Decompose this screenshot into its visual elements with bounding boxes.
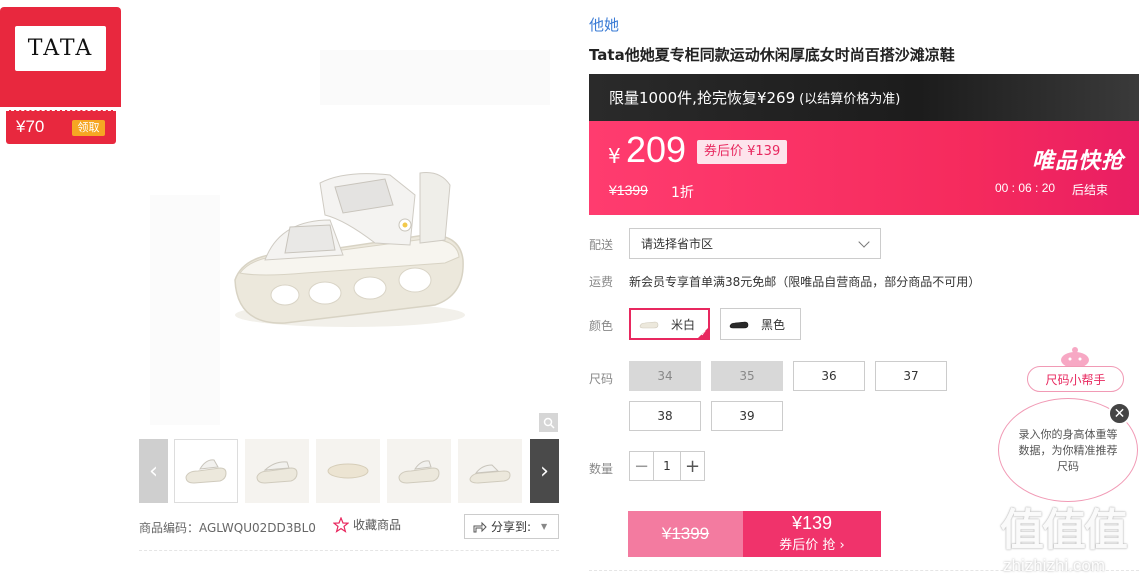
brand-logo: TATA <box>15 26 106 71</box>
share-button[interactable]: 分享到: ▼ <box>464 514 559 539</box>
image-watermark-area <box>320 50 550 105</box>
size-option-38[interactable]: 38 <box>629 401 701 431</box>
watermark-logo: 值值值 <box>1000 505 1128 556</box>
coupon-header: TATA <box>0 7 121 107</box>
watermark-url: zhizhizhi.com <box>1003 556 1106 575</box>
thumbnail-1[interactable] <box>174 439 238 503</box>
thumbnail-strip: ‹ › <box>139 439 559 503</box>
sandal-thumbnail-icon <box>469 464 511 484</box>
freight-info: 新会员专享首单满38元免邮（限唯品自营商品，部分商品不可用） <box>629 275 981 289</box>
thumbnail-2[interactable] <box>245 439 309 503</box>
promo-banner: 限量1000件,抢完恢复¥269 (以结算价格为准) <box>589 74 1139 121</box>
size-helper-button[interactable]: 尺码小帮手 <box>1027 366 1124 392</box>
countdown-label: 后结束 <box>1072 183 1109 197</box>
price-panel: ¥ 209 券后价 ¥139 ¥1399 1折 唯品快抢 00 : 06 : 2… <box>589 121 1139 215</box>
buy-price: ¥139 <box>791 513 833 533</box>
color-option-label: 米白 <box>671 317 696 332</box>
delivery-label: 配送 <box>589 238 614 252</box>
thumbnail-4[interactable] <box>387 439 451 503</box>
thumbnail-next-button[interactable]: › <box>530 439 559 503</box>
share-label: 分享到: <box>491 520 532 534</box>
sku-code: 商品编码：AGLWQU02DD3BL0 <box>139 521 316 535</box>
star-icon <box>333 516 349 533</box>
color-option-black[interactable]: 黑色 <box>720 308 801 340</box>
sandal-thumbnail-icon <box>185 459 227 484</box>
freight-label: 运费 <box>589 275 614 289</box>
quantity-stepper: − 1 + <box>629 451 705 481</box>
region-select[interactable]: 请选择省市区 <box>629 228 881 259</box>
size-label: 尺码 <box>589 372 614 386</box>
size-option-35: 35 <box>711 361 783 391</box>
countdown-timer: 00 : 06 : 20 <box>995 181 1056 195</box>
region-select-value: 请选择省市区 <box>641 237 714 251</box>
favorite-label: 收藏商品 <box>353 518 402 532</box>
promo-main-text: 限量1000件,抢完恢复¥269 <box>609 89 796 107</box>
discount-label: 1折 <box>671 185 694 201</box>
sandal-image <box>234 172 465 327</box>
color-label: 颜色 <box>589 319 614 333</box>
mascot-icon <box>1061 347 1089 368</box>
quantity-increase-button[interactable]: + <box>680 452 704 480</box>
sandal-thumbnail-icon <box>398 460 440 484</box>
thumbnail-5[interactable] <box>458 439 522 503</box>
quantity-decrease-button[interactable]: − <box>630 452 654 480</box>
color-option-white[interactable]: 米白 ✓ <box>629 308 710 340</box>
favorite-button[interactable]: 收藏商品 <box>333 516 401 533</box>
shoe-thumbnail-icon <box>639 321 659 329</box>
coupon-footer: ¥70 领取 <box>6 110 116 144</box>
thumbnail-prev-button[interactable]: ‹ <box>139 439 168 503</box>
size-option-39[interactable]: 39 <box>711 401 783 431</box>
caret-down-icon: ▼ <box>541 522 548 531</box>
size-option-34: 34 <box>629 361 701 391</box>
divider <box>139 550 559 551</box>
check-icon: ✓ <box>700 329 707 338</box>
buy-with-coupon-button[interactable]: ¥139 券后价 抢 › <box>743 511 881 557</box>
product-title: Tata他她夏专柜同款运动休闲厚底女时尚百搭沙滩凉鞋 <box>589 46 955 64</box>
buy-original-price[interactable]: ¥1399 <box>628 511 743 557</box>
brand-link[interactable]: 他她 <box>589 14 619 35</box>
size-option-37[interactable]: 37 <box>875 361 947 391</box>
close-icon[interactable]: ✕ <box>1108 402 1131 425</box>
quantity-value[interactable]: 1 <box>654 452 680 480</box>
flash-sale-logo: 唯品快抢 <box>1032 149 1125 174</box>
chevron-down-icon <box>858 236 870 248</box>
color-option-label: 黑色 <box>761 317 786 332</box>
coupon-amount: ¥70 <box>16 117 45 136</box>
image-watermark-area <box>150 195 220 425</box>
size-option-36[interactable]: 36 <box>793 361 865 391</box>
buy-label: 券后价 抢 › <box>779 538 845 553</box>
currency-symbol: ¥ <box>608 144 621 168</box>
original-price: ¥1399 <box>609 182 648 198</box>
coupon-badge[interactable]: TATA ¥70 领取 <box>0 7 121 144</box>
sole-thumbnail-icon <box>327 463 369 479</box>
promo-sub-text: (以结算价格为准) <box>799 92 901 107</box>
claim-coupon-button[interactable]: 领取 <box>72 120 105 136</box>
share-icon <box>473 521 487 532</box>
sandal-thumbnail-icon <box>256 461 298 484</box>
thumbnail-3[interactable] <box>316 439 380 503</box>
shoe-thumbnail-icon <box>729 321 749 329</box>
after-coupon-price: 券后价 ¥139 <box>697 140 788 164</box>
quantity-label: 数量 <box>589 462 614 476</box>
zoom-icon[interactable] <box>539 413 558 432</box>
current-price: 209 <box>626 129 687 170</box>
